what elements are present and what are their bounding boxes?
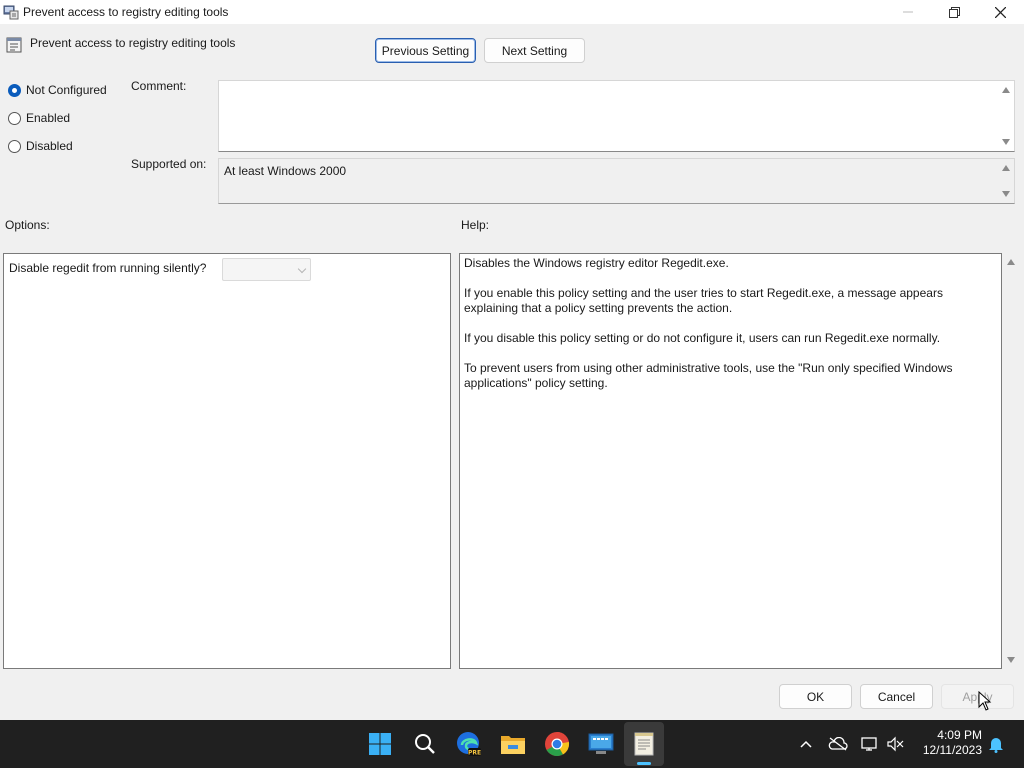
radio-label: Not Configured — [26, 83, 107, 97]
scroll-down-arrow-icon[interactable] — [1007, 657, 1015, 663]
supported-on-value: At least Windows 2000 — [224, 164, 347, 178]
chevron-up-icon[interactable] — [796, 734, 816, 754]
help-paragraph: Disables the Windows registry editor Reg… — [464, 256, 729, 270]
supported-on-box: At least Windows 2000 — [218, 158, 1015, 204]
policy-setting-icon — [6, 37, 22, 53]
radio-enabled[interactable]: Enabled — [8, 110, 70, 126]
options-panel: Disable regedit from running silently? — [3, 253, 451, 669]
window-title: Prevent access to registry editing tools — [23, 5, 229, 19]
clock-date: 12/11/2023 — [922, 743, 982, 757]
previous-setting-button[interactable]: Previous Setting — [375, 38, 476, 63]
radio-dot — [8, 83, 21, 97]
close-button[interactable] — [977, 0, 1023, 24]
help-scrollbar[interactable] — [1003, 253, 1019, 669]
taskbar: PRE 4:09 PM 12/11/2023 — [0, 720, 1024, 768]
help-text: Disables the Windows registry editor Reg… — [464, 256, 994, 406]
help-heading: Help: — [461, 218, 490, 232]
help-paragraph: If you disable this policy setting or do… — [464, 331, 941, 345]
radio-dot — [8, 139, 21, 153]
radio-label: Disabled — [26, 139, 73, 153]
radio-not-configured[interactable]: Not Configured — [8, 82, 107, 98]
supported-scrollbar[interactable] — [998, 159, 1014, 203]
options-heading: Options: — [5, 218, 50, 232]
comment-scrollbar[interactable] — [998, 81, 1014, 151]
chevron-down-icon — [297, 264, 307, 274]
search-icon[interactable] — [409, 728, 441, 760]
notepad-icon[interactable] — [628, 728, 660, 760]
help-panel: Disables the Windows registry editor Reg… — [459, 253, 1002, 669]
chrome-icon[interactable] — [541, 728, 573, 760]
network-app-icon[interactable] — [585, 728, 617, 760]
radio-label: Enabled — [26, 111, 71, 125]
dialog-body: Prevent access to registry editing tools… — [0, 24, 1024, 720]
supported-on-label: Supported on: — [131, 157, 207, 171]
policy-name: Prevent access to registry editing tools — [30, 36, 236, 50]
minimize-button[interactable] — [885, 0, 931, 24]
scroll-up-arrow-icon[interactable] — [1002, 87, 1010, 93]
restore-icon — [948, 6, 960, 18]
regedit-silent-label: Disable regedit from running silently? — [9, 261, 207, 275]
svg-text:PRE: PRE — [468, 750, 481, 757]
notification-bell-icon[interactable] — [986, 734, 1006, 754]
file-explorer-icon[interactable] — [497, 728, 529, 760]
comment-label: Comment: — [131, 79, 187, 93]
system-clock[interactable]: 4:09 PM 12/11/2023 — [923, 728, 982, 758]
minimize-icon — [903, 11, 913, 13]
ok-button[interactable]: OK — [779, 684, 852, 709]
scroll-down-arrow-icon[interactable] — [1002, 191, 1010, 197]
volume-muted-icon[interactable] — [885, 734, 905, 754]
active-app-indicator — [637, 762, 651, 765]
scroll-up-arrow-icon[interactable] — [1007, 259, 1015, 265]
radio-dot — [8, 111, 21, 125]
edge-beta-icon[interactable]: PRE — [453, 728, 485, 760]
clock-time: 4:09 PM — [937, 728, 982, 742]
restore-button[interactable] — [931, 0, 977, 24]
scroll-up-arrow-icon[interactable] — [1002, 165, 1010, 171]
policy-editor-icon — [3, 4, 19, 20]
onedrive-offline-icon[interactable] — [828, 734, 848, 754]
radio-disabled[interactable]: Disabled — [8, 138, 73, 154]
close-icon — [994, 6, 1006, 18]
help-paragraph: If you enable this policy setting and th… — [464, 286, 943, 315]
cancel-button[interactable]: Cancel — [860, 684, 933, 709]
mouse-cursor-icon — [978, 691, 992, 711]
start-icon[interactable] — [364, 728, 396, 760]
next-setting-button[interactable]: Next Setting — [484, 38, 585, 63]
title-bar: Prevent access to registry editing tools — [0, 0, 1024, 24]
regedit-silent-dropdown[interactable] — [222, 258, 311, 281]
comment-textbox[interactable] — [218, 80, 1015, 152]
help-paragraph: To prevent users from using other admini… — [464, 361, 953, 390]
network-icon[interactable] — [860, 734, 880, 754]
scroll-down-arrow-icon[interactable] — [1002, 139, 1010, 145]
